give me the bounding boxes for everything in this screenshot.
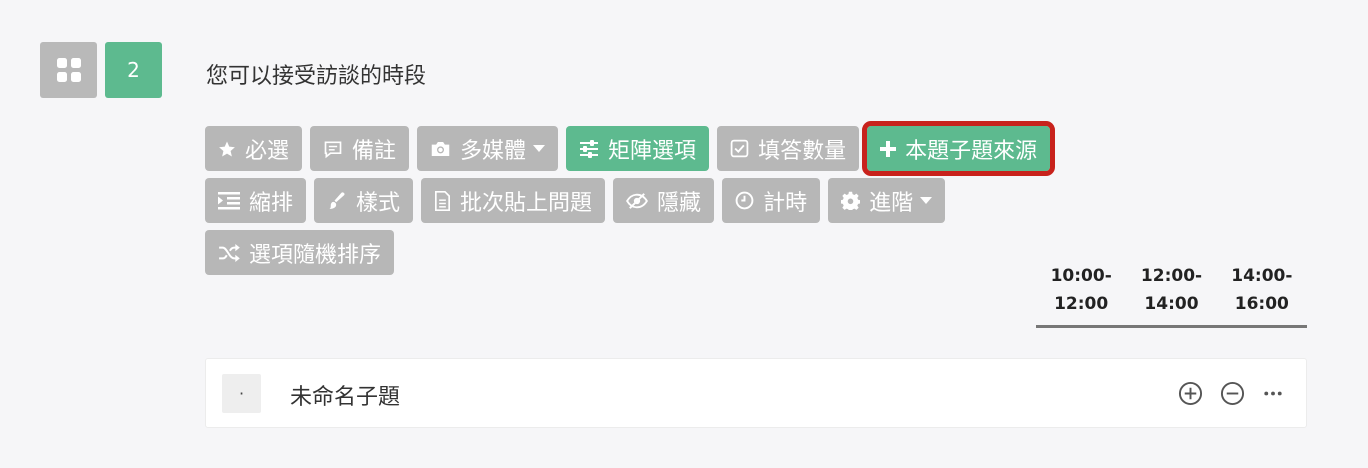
grid-icon — [56, 58, 81, 82]
star-icon — [219, 141, 235, 156]
eye-slash-icon — [626, 192, 648, 209]
column-2-line-1: 12:00- — [1140, 266, 1203, 286]
subquestion-source-label: 本題子題來源 — [905, 138, 1038, 164]
shuffle-icon — [219, 243, 240, 262]
row-actions — [1178, 381, 1284, 406]
multimedia-label: 多媒體 — [460, 138, 527, 164]
advanced-button[interactable]: 進階 — [828, 178, 946, 223]
batch-paste-button[interactable]: 批次貼上問題 — [421, 178, 606, 223]
multimedia-button[interactable]: 多媒體 — [417, 126, 559, 171]
question-toolbar: 必選 備註 多媒體 矩陣選項 填答數量 本題子題來源 縮排 樣式 批次貼上問題 … — [205, 121, 1125, 275]
subquestion-row: · 未命名子題 — [205, 358, 1307, 428]
answer-count-button[interactable]: 填答數量 — [717, 126, 860, 171]
style-button[interactable]: 樣式 — [314, 178, 414, 223]
question-title[interactable]: 您可以接受訪談的時段 — [206, 58, 426, 90]
checkbox-icon — [730, 139, 749, 158]
matrix-options-button[interactable]: 矩陣選項 — [566, 126, 710, 171]
matrix-column-1[interactable]: 10:00- 12:00 — [1036, 262, 1126, 325]
shuffle-options-button[interactable]: 選項隨機排序 — [205, 230, 395, 275]
brush-icon — [329, 191, 345, 209]
matrix-options-label: 矩陣選項 — [608, 138, 697, 164]
column-2-line-2: 14:00 — [1144, 294, 1199, 314]
more-icon[interactable] — [1262, 381, 1284, 406]
column-1-line-1: 10:00- — [1050, 266, 1112, 286]
comment-icon — [324, 141, 342, 158]
subquestion-source-button[interactable]: 本題子題來源 — [862, 121, 1056, 176]
gear-icon — [841, 191, 861, 210]
document-icon — [435, 190, 451, 211]
advanced-label: 進階 — [869, 190, 914, 216]
camera-icon — [431, 141, 450, 156]
required-label: 必選 — [245, 138, 290, 164]
column-3-line-1: 14:00- — [1231, 266, 1293, 286]
clock-icon — [735, 191, 754, 210]
subquestion-label[interactable]: 未命名子題 — [290, 379, 400, 411]
note-label: 備註 — [352, 138, 397, 164]
plus-icon — [880, 140, 897, 157]
matrix-column-2[interactable]: 12:00- 14:00 — [1126, 262, 1216, 325]
timer-label: 計時 — [763, 190, 808, 216]
hide-button[interactable]: 隱藏 — [613, 178, 715, 223]
matrix-column-header: 10:00- 12:00 12:00- 14:00 14:00- 16:00 — [1036, 262, 1307, 328]
batch-paste-label: 批次貼上問題 — [460, 190, 593, 216]
chevron-down-icon — [920, 196, 933, 204]
timer-button[interactable]: 計時 — [722, 178, 821, 223]
hide-label: 隱藏 — [657, 190, 702, 216]
required-button[interactable]: 必選 — [205, 126, 303, 171]
column-3-line-2: 16:00 — [1234, 294, 1289, 314]
indent-label: 縮排 — [249, 190, 294, 216]
style-label: 樣式 — [356, 190, 401, 216]
remove-circle-icon[interactable] — [1220, 381, 1245, 406]
drag-handle[interactable]: · — [222, 374, 261, 413]
chevron-down-icon — [533, 144, 546, 152]
shuffle-options-label: 選項隨機排序 — [249, 242, 382, 268]
column-1-line-2: 12:00 — [1054, 294, 1109, 314]
question-type-button[interactable] — [40, 42, 97, 98]
indent-icon — [218, 191, 240, 209]
question-number: 2 — [105, 42, 162, 98]
matrix-column-3[interactable]: 14:00- 16:00 — [1217, 262, 1307, 325]
answer-count-label: 填答數量 — [758, 138, 847, 164]
sliders-icon — [580, 139, 599, 158]
indent-button[interactable]: 縮排 — [205, 178, 307, 223]
add-circle-icon[interactable] — [1178, 381, 1203, 406]
note-button[interactable]: 備註 — [310, 126, 410, 171]
